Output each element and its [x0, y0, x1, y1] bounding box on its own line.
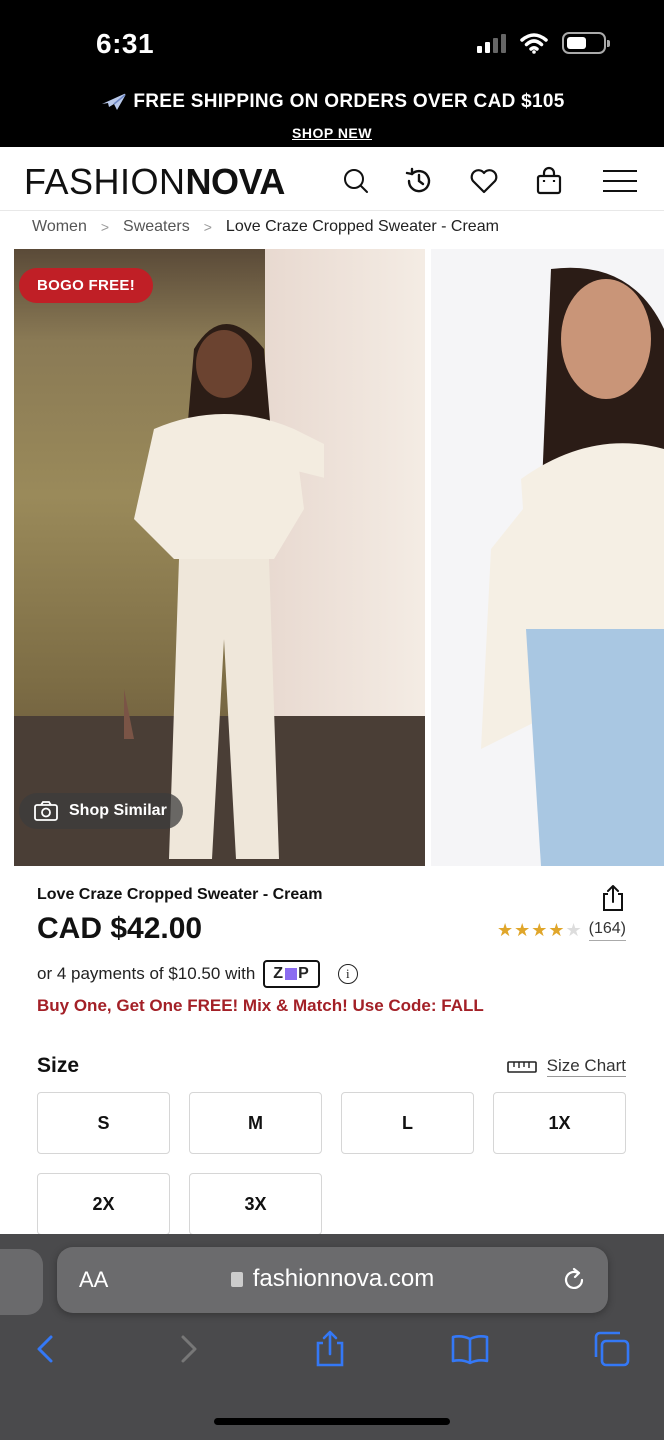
- size-chart-label: Size Chart: [546, 1056, 626, 1077]
- size-chart-link[interactable]: Size Chart: [506, 1056, 626, 1077]
- model-figure-secondary: [481, 267, 664, 866]
- breadcrumb: Women > Sweaters > Love Craze Cropped Sw…: [32, 218, 499, 236]
- size-option-l[interactable]: L: [341, 1092, 474, 1154]
- chevron-right-icon: >: [100, 219, 110, 235]
- installment-payments: or 4 payments of $10.50 with ZP i: [37, 960, 358, 988]
- bookmarks-icon[interactable]: [450, 1329, 490, 1369]
- url-text: fashionnova.com: [252, 1265, 435, 1292]
- battery-icon: [562, 32, 610, 54]
- airplane-icon: [102, 93, 126, 110]
- shop-similar-label: Shop Similar: [69, 802, 167, 819]
- home-indicator: [214, 1418, 450, 1425]
- share-sheet-icon[interactable]: [310, 1329, 350, 1369]
- promo-code-text: Buy One, Get One FREE! Mix & Match! Use …: [37, 996, 484, 1015]
- fashion-nova-logo[interactable]: FASHIONNOVA: [24, 161, 285, 203]
- ruler-icon: [506, 1060, 537, 1073]
- forward-icon[interactable]: [168, 1329, 208, 1369]
- heart-icon[interactable]: [468, 165, 500, 197]
- product-image-secondary[interactable]: [431, 249, 664, 866]
- back-icon[interactable]: [26, 1329, 66, 1369]
- history-icon[interactable]: [403, 165, 435, 197]
- shop-new-link[interactable]: SHOP NEW: [0, 125, 664, 141]
- bag-icon[interactable]: [533, 165, 565, 197]
- size-label: Size: [37, 1054, 80, 1077]
- status-icons: [477, 32, 610, 54]
- browser-toolbar: AA fashionnova.com: [0, 1234, 664, 1440]
- url-display[interactable]: fashionnova.com: [57, 1265, 608, 1293]
- browser-nav-row: [0, 1329, 664, 1379]
- breadcrumb-women[interactable]: Women: [32, 218, 87, 236]
- camera-icon: [34, 801, 58, 821]
- review-count[interactable]: (164): [588, 920, 626, 941]
- size-options: S M L 1X 2X 3X: [37, 1092, 627, 1235]
- shop-similar-button[interactable]: Shop Similar: [19, 793, 183, 829]
- star-rating-icon: ★★★★★: [496, 920, 583, 940]
- address-bar[interactable]: AA fashionnova.com: [57, 1247, 608, 1313]
- breadcrumb-current: Love Craze Cropped Sweater - Cream: [225, 218, 499, 235]
- product-image-main[interactable]: [14, 249, 425, 866]
- wifi-icon: [520, 33, 548, 54]
- reload-icon[interactable]: [560, 1266, 588, 1294]
- search-icon[interactable]: [340, 165, 372, 197]
- site-header: FASHIONNOVA: [0, 147, 664, 211]
- zip-logo[interactable]: ZP: [263, 960, 320, 988]
- rating[interactable]: ★★★★★ (164): [497, 920, 626, 941]
- model-figure: [124, 324, 324, 859]
- size-option-1x[interactable]: 1X: [493, 1092, 626, 1154]
- logo-light-text: FASHION: [24, 161, 186, 202]
- previous-tab-peek[interactable]: [0, 1249, 43, 1315]
- product-title: Love Craze Cropped Sweater - Cream: [37, 886, 323, 903]
- logo-bold-text: NOVA: [185, 161, 286, 202]
- menu-icon[interactable]: [602, 165, 638, 197]
- payments-text: or 4 payments of $10.50 with: [37, 964, 256, 983]
- size-option-s[interactable]: S: [37, 1092, 170, 1154]
- product-price: CAD $42.00: [37, 912, 203, 945]
- breadcrumb-sweaters[interactable]: Sweaters: [123, 218, 190, 236]
- size-option-2x[interactable]: 2X: [37, 1173, 170, 1235]
- cellular-signal-icon: [477, 33, 506, 53]
- tabs-icon[interactable]: [592, 1329, 632, 1369]
- promo-text: FREE SHIPPING ON ORDERS OVER CAD $105: [133, 91, 565, 112]
- lock-icon: [230, 1272, 243, 1287]
- status-time: 6:31: [96, 28, 155, 59]
- chevron-right-icon: >: [203, 219, 212, 235]
- bogo-badge: BOGO FREE!: [19, 268, 154, 303]
- info-icon[interactable]: i: [337, 964, 358, 984]
- share-icon[interactable]: [600, 884, 626, 912]
- top-banner: 6:31 FREE SHIPPING ON ORDERS OVER CAD $1…: [0, 0, 664, 147]
- size-option-3x[interactable]: 3X: [189, 1173, 322, 1235]
- size-option-m[interactable]: M: [189, 1092, 322, 1154]
- promo-banner[interactable]: FREE SHIPPING ON ORDERS OVER CAD $105 SH…: [0, 90, 664, 141]
